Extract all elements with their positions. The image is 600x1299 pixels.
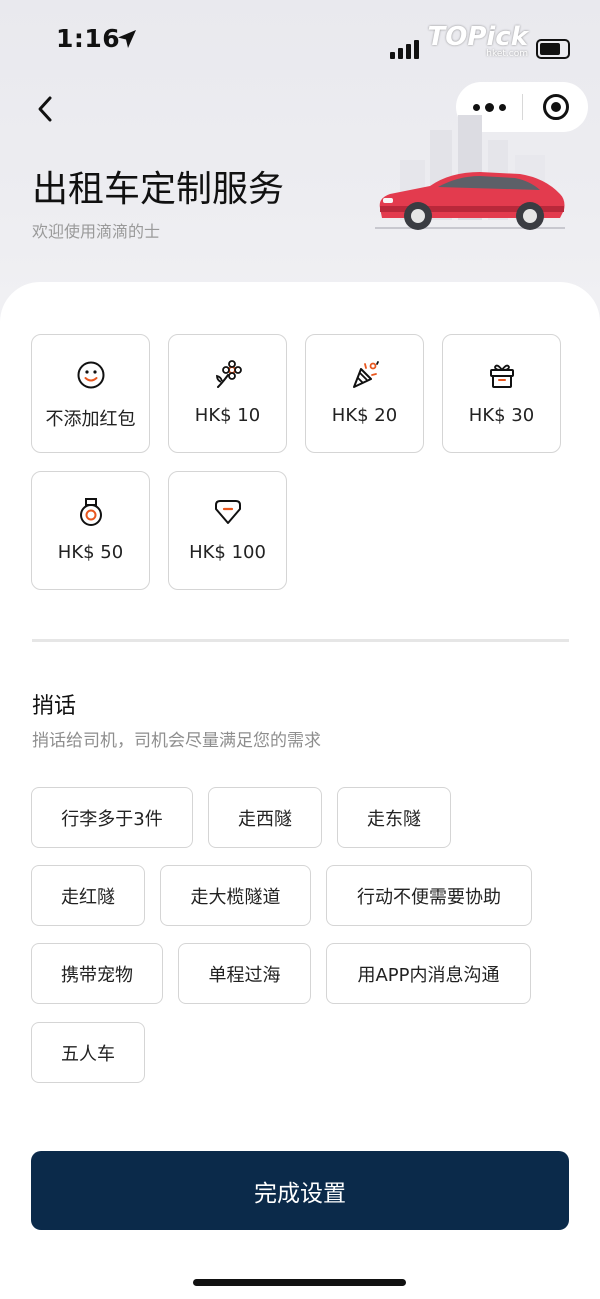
tip-label: HK$ 10	[194, 405, 261, 426]
message-option[interactable]: 单程过海	[178, 943, 311, 1004]
home-indicator	[193, 1279, 406, 1286]
flower-icon	[215, 360, 242, 388]
message-section-subtitle: 捎话给司机，司机会尽量满足您的需求	[32, 731, 321, 751]
message-option[interactable]: 携带宠物	[31, 943, 163, 1004]
tip-option-none[interactable]: 不添加红包	[31, 334, 150, 453]
watermark-subtext: hket.com	[486, 49, 528, 59]
tip-option-50[interactable]: HK$ 50	[31, 471, 150, 590]
message-option[interactable]: 走西隧	[208, 787, 322, 848]
tip-option-30[interactable]: HK$ 30	[442, 334, 561, 453]
message-option[interactable]: 走大榄隧道	[160, 865, 311, 926]
status-time: 1:16	[56, 24, 121, 53]
tip-label: HK$ 50	[57, 542, 124, 563]
page-subtitle: 欢迎使用滴滴的士	[32, 222, 161, 241]
tip-label: HK$ 30	[468, 405, 535, 426]
tip-option-100[interactable]: HK$ 100	[168, 471, 287, 590]
message-option[interactable]: 走东隧	[337, 787, 451, 848]
tip-option-20[interactable]: HK$ 20	[305, 334, 424, 453]
tip-option-10[interactable]: HK$ 10	[168, 334, 287, 453]
tip-label: HK$ 100	[189, 542, 266, 563]
page-title: 出租车定制服务	[32, 169, 285, 210]
signal-icon	[390, 37, 420, 59]
smile-icon	[77, 361, 104, 389]
diamond-icon	[214, 500, 241, 524]
done-button[interactable]: 完成设置	[31, 1151, 569, 1230]
section-divider	[32, 639, 569, 642]
status-indicators: TOPick hket.com	[390, 24, 570, 59]
back-button[interactable]	[32, 92, 62, 126]
tip-label: 不添加红包	[45, 409, 136, 430]
gift-icon	[489, 364, 514, 388]
message-section-title: 捎话	[32, 694, 77, 719]
message-option[interactable]: 走红隧	[31, 865, 145, 926]
location-arrow-icon	[118, 30, 136, 48]
tip-label: HK$ 20	[331, 405, 398, 426]
taxi-illustration	[375, 115, 565, 230]
battery-icon	[536, 39, 570, 59]
chevron-left-icon	[38, 96, 52, 122]
medal-icon	[79, 498, 102, 526]
message-option[interactable]: 五人车	[31, 1022, 145, 1083]
message-option[interactable]: 用APP内消息沟通	[326, 943, 531, 1004]
party-popper-icon	[352, 361, 379, 388]
message-option[interactable]: 行李多于3件	[31, 787, 193, 848]
message-option[interactable]: 行动不便需要协助	[326, 865, 532, 926]
watermark-logo: TOPick	[427, 22, 528, 52]
